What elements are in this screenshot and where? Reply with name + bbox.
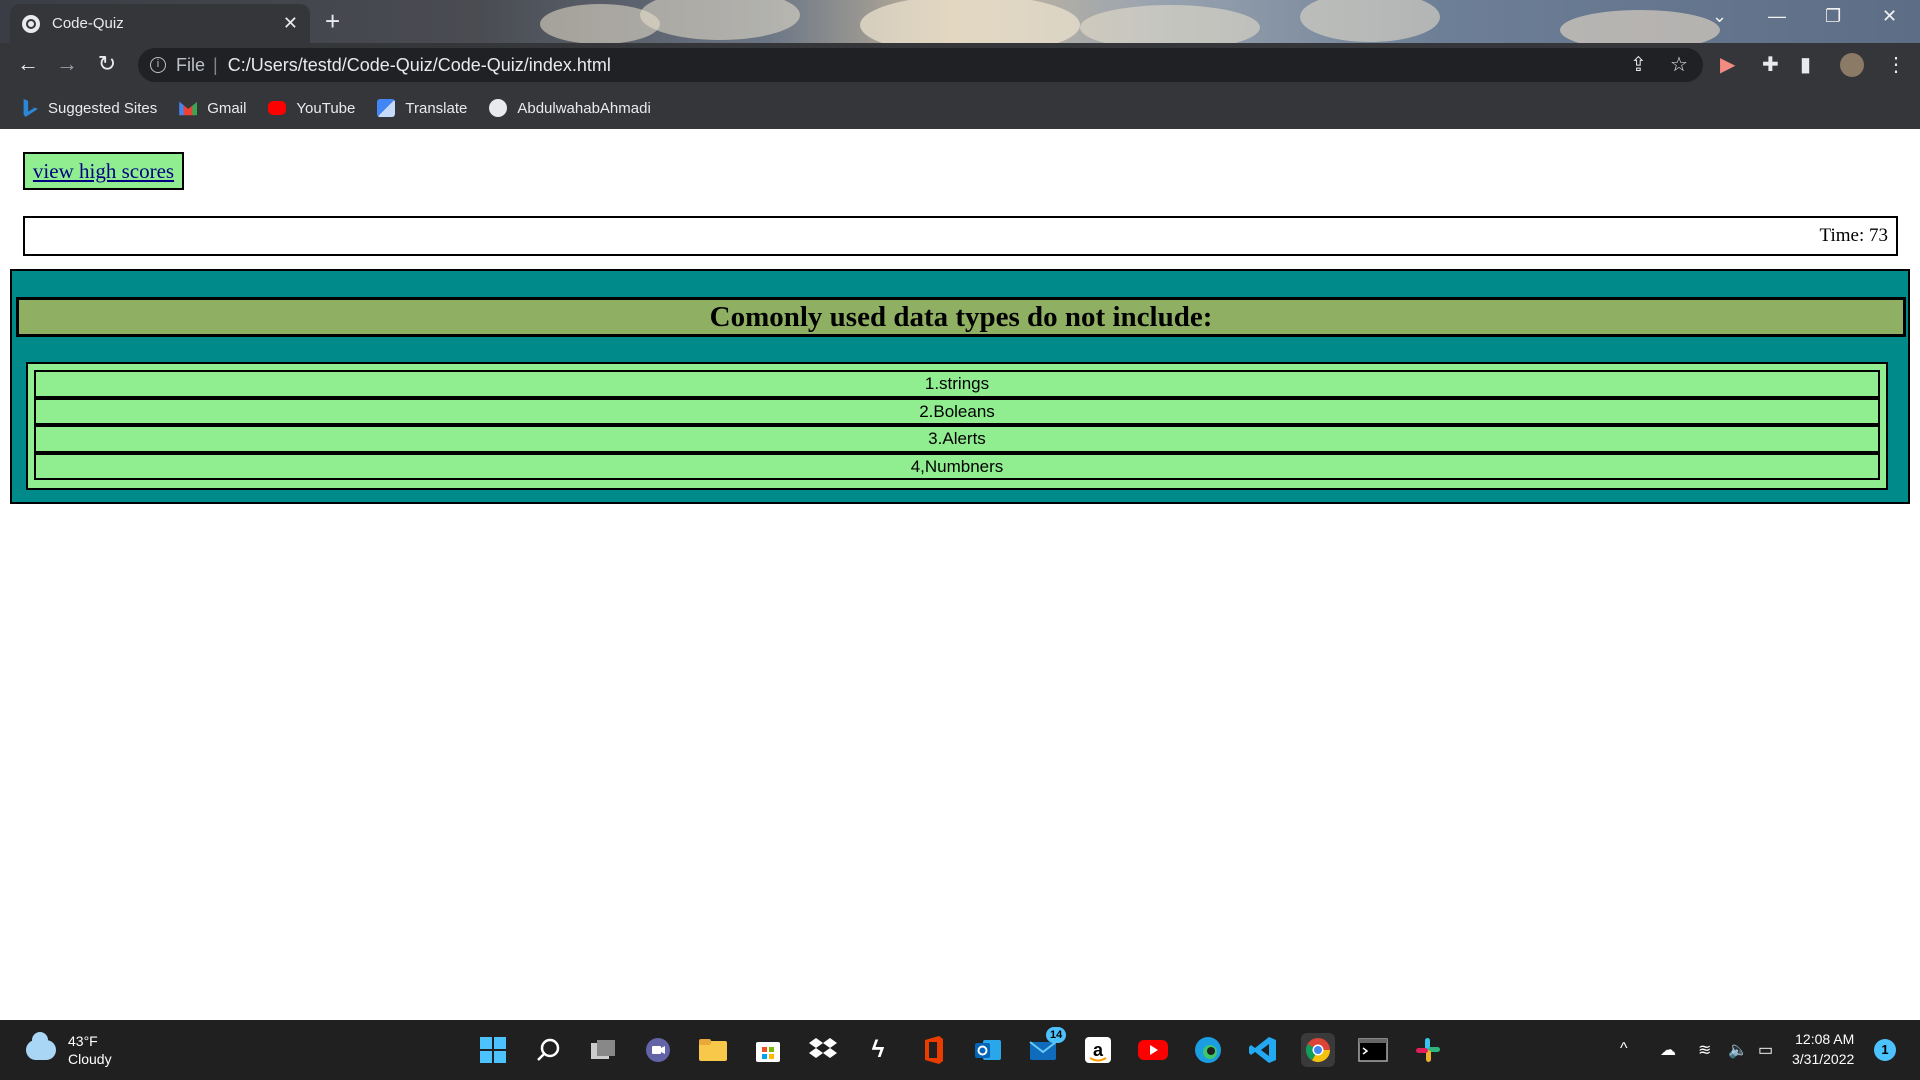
weather-desc: Cloudy <box>68 1051 112 1067</box>
restore-icon[interactable]: ❐ <box>1825 6 1841 27</box>
address-separator: | <box>213 54 218 75</box>
bookmark-label: YouTube <box>296 99 356 117</box>
close-window-icon[interactable]: ✕ <box>1882 6 1897 27</box>
extension-record-icon[interactable]: ▶ <box>1720 52 1735 77</box>
address-scheme: File <box>176 54 206 75</box>
chrome-icon[interactable] <box>1301 1033 1335 1067</box>
office-icon[interactable] <box>916 1033 950 1067</box>
menu-kebab-icon[interactable]: ⋮ <box>1886 52 1906 77</box>
reload-icon[interactable]: ↻ <box>93 51 121 77</box>
timer-text: Time: 73 <box>1819 225 1888 246</box>
answer-list: 1.strings 2.Boleans 3.Alerts 4,Numbners <box>26 362 1888 490</box>
clock[interactable]: 12:08 AM 3/31/2022 <box>1792 1029 1854 1069</box>
side-panel-icon[interactable]: ▮ <box>1800 52 1811 77</box>
quiz-container: Comonly used data types do not include: … <box>10 269 1910 504</box>
info-icon[interactable]: i <box>150 57 166 73</box>
tab-title: Code-Quiz <box>52 15 124 32</box>
amazon-icon[interactable]: a <box>1081 1033 1115 1067</box>
microsoft-store-icon[interactable] <box>751 1033 785 1067</box>
bookmark-label: AbdulwahabAhmadi <box>517 99 651 117</box>
tab-search-icon[interactable]: ⌄ <box>1712 6 1727 27</box>
weather-temp: 43°F <box>68 1033 98 1049</box>
youtube-icon <box>268 101 287 115</box>
file-explorer-icon[interactable] <box>696 1033 730 1067</box>
mail-badge: 14 <box>1046 1027 1067 1043</box>
search-icon[interactable] <box>531 1033 565 1067</box>
back-icon[interactable]: ← <box>14 51 42 77</box>
wifi-icon[interactable]: ≋ <box>1698 1040 1711 1060</box>
chevron-up-icon[interactable]: ^ <box>1620 1040 1628 1058</box>
slack-icon[interactable] <box>1411 1033 1445 1067</box>
bookmarks-bar: Suggested Sites Gmail YouTube Translate … <box>0 87 1920 129</box>
bookmark-label: Translate <box>405 99 468 117</box>
mail-icon[interactable]: 14 <box>1026 1027 1067 1067</box>
volume-icon[interactable]: 🔈 <box>1728 1040 1748 1060</box>
tab-close-icon[interactable]: ✕ <box>283 13 298 34</box>
battery-icon[interactable]: ▭ <box>1758 1040 1773 1060</box>
weather-widget[interactable]: 43°F Cloudy <box>26 1032 112 1068</box>
extensions-icon[interactable]: ✚ <box>1762 52 1779 77</box>
answer-button-4[interactable]: 4,Numbners <box>34 452 1880 480</box>
youtube-app-icon[interactable] <box>1136 1033 1170 1067</box>
bookmark-abdulwahabahmadi[interactable]: AbdulwahabAhmadi <box>489 99 651 117</box>
bookmark-youtube[interactable]: YouTube <box>268 100 355 117</box>
translate-icon <box>377 99 396 117</box>
minimize-icon[interactable]: — <box>1768 6 1786 27</box>
answer-button-3[interactable]: 3.Alerts <box>34 425 1880 453</box>
browser-toolbar: ← → ↻ i File | C:/Users/testd/Code-Quiz/… <box>0 43 1920 87</box>
bookmark-star-icon[interactable]: ☆ <box>1670 52 1688 77</box>
gmail-icon <box>179 101 198 116</box>
bookmark-label: Gmail <box>207 99 247 117</box>
vscode-icon[interactable] <box>1246 1033 1280 1067</box>
browser-titlebar: Code-Quiz ✕ + ⌄ — ❐ ✕ <box>0 0 1920 43</box>
globe-icon <box>489 99 508 117</box>
svg-text:a: a <box>1093 1040 1104 1060</box>
onedrive-cloud-icon[interactable]: ☁ <box>1660 1040 1676 1060</box>
notification-badge[interactable]: 1 <box>1874 1039 1896 1061</box>
avatar[interactable] <box>1840 53 1864 77</box>
address-url[interactable]: C:/Users/testd/Code-Quiz/Code-Quiz/index… <box>228 55 611 76</box>
bolt-app-icon[interactable]: ϟ <box>861 1033 895 1067</box>
clock-time: 12:08 AM <box>1795 1031 1855 1047</box>
question-heading: Comonly used data types do not include: <box>16 297 1906 337</box>
bookmark-gmail[interactable]: Gmail <box>179 99 246 117</box>
view-high-scores-link[interactable]: view high scores <box>23 152 184 190</box>
clock-date: 3/31/2022 <box>1792 1051 1855 1067</box>
answer-button-1[interactable]: 1.strings <box>34 370 1880 398</box>
answer-button-2[interactable]: 2.Boleans <box>34 397 1880 425</box>
chat-icon[interactable] <box>641 1033 675 1067</box>
bookmark-translate[interactable]: Translate <box>377 99 467 117</box>
globe-icon <box>22 14 40 33</box>
share-icon[interactable]: ⇪ <box>1630 52 1647 77</box>
forward-icon[interactable]: → <box>53 51 81 77</box>
new-tab-button[interactable]: + <box>325 6 340 37</box>
cloud-weather-icon <box>26 1032 56 1060</box>
windows-start-icon[interactable] <box>476 1033 510 1067</box>
timer-bar: Time: 73 <box>23 216 1898 256</box>
outlook-icon[interactable] <box>971 1033 1005 1067</box>
task-view-icon[interactable] <box>586 1033 620 1067</box>
browser-tab-active[interactable]: Code-Quiz ✕ <box>10 4 310 43</box>
windows-taskbar: 43°F Cloudy ϟ 14 a ^ ☁ ≋ 🔈 ▭ 12:08 AM 3/… <box>0 1020 1920 1080</box>
terminal-icon[interactable] <box>1356 1033 1390 1067</box>
page-viewport: view high scores Time: 73 Comonly used d… <box>0 129 1920 1020</box>
address-bar[interactable]: i File | C:/Users/testd/Code-Quiz/Code-Q… <box>138 48 1703 82</box>
bookmark-suggested-sites[interactable]: Suggested Sites <box>20 99 157 117</box>
bing-icon <box>23 99 38 117</box>
edge-icon[interactable] <box>1191 1033 1225 1067</box>
bookmark-label: Suggested Sites <box>48 99 158 117</box>
dropbox-icon[interactable] <box>806 1033 840 1067</box>
